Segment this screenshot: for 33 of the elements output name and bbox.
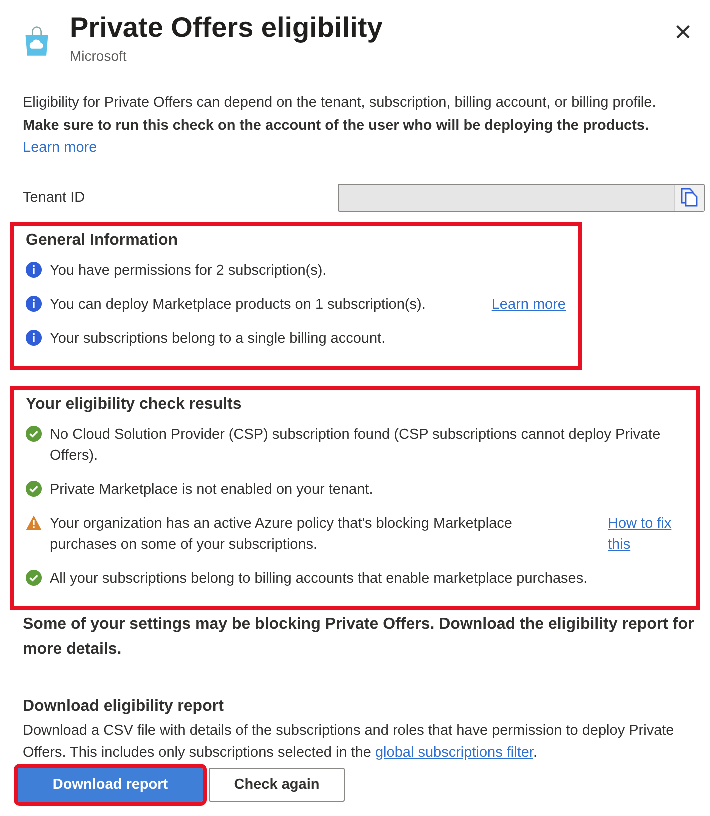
shopping-bag-icon	[24, 26, 50, 58]
message-text: All your subscriptions belong to billing accounts that enable marketplace purchases.	[50, 570, 589, 588]
report-title: Download eligibility report	[23, 698, 225, 716]
message-text: Your organization has an active Azure policy that's blocking Marketplace purchases on some of your subscriptions.	[50, 514, 514, 554]
description-text: Eligibility for Private Offers can depend on the tenant, subscription, billing account, or billing profile. Make sure to run this check on the account of the user who will be deploying the products. Learn more	[23, 94, 658, 158]
help-link[interactable]: How to fix this	[608, 514, 684, 556]
help-link[interactable]: Learn more	[492, 294, 566, 316]
copy-button[interactable]	[674, 184, 704, 210]
section-title: Your eligibility check results	[26, 396, 243, 414]
message-text: You can deploy Marketplace products on 1 subscription(s).	[50, 296, 427, 314]
subscriptions-filter-link[interactable]: global subscriptions filter	[375, 744, 534, 760]
section-title: General Information	[26, 232, 180, 250]
info-icon	[26, 330, 42, 346]
tenant-id-label: Tenant ID	[23, 190, 86, 206]
success-icon	[26, 570, 42, 586]
success-icon	[26, 426, 42, 442]
tenant-id-field[interactable]	[338, 184, 705, 212]
check-again-button[interactable]: Check again	[209, 768, 345, 802]
publisher-name: Microsoft	[70, 48, 128, 64]
message-text: Private Marketplace is not enabled on your tenant.	[50, 480, 374, 500]
copy-icon	[681, 188, 698, 207]
info-icon	[26, 262, 42, 278]
warning-icon	[26, 514, 42, 530]
report-description: Download a CSV file with details of the subscriptions and roles that have permission to deploy Private Offers. This includes only subscriptions selected in the global subscriptions filter.	[23, 722, 676, 762]
summary-text: Some of your settings may be blocking Private Offers. Download the eligibility report for more details.	[23, 614, 696, 660]
message-text: Your subscriptions belong to a single billing account.	[50, 330, 387, 348]
learn-more-link[interactable]: Learn more	[23, 140, 98, 156]
close-button[interactable]: ×	[670, 18, 696, 48]
info-icon	[26, 296, 42, 312]
panel-title: Private Offers eligibility	[70, 11, 384, 45]
message-text: You have permissions for 2 subscription(s).	[50, 262, 328, 280]
success-icon	[26, 480, 42, 496]
message-text: No Cloud Solution Provider (CSP) subscription found (CSP subscriptions cannot deploy Private Offers).	[50, 426, 662, 466]
